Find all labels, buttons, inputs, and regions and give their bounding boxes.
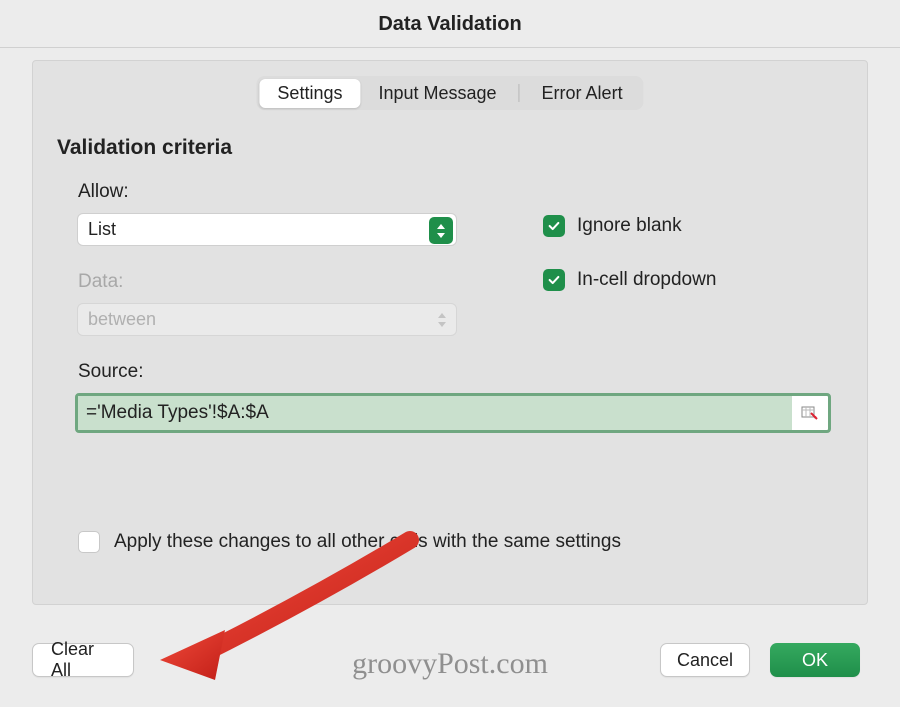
ignore-blank-row[interactable]: Ignore blank (543, 215, 682, 237)
apply-all-label: Apply these changes to all other cells w… (114, 531, 621, 553)
dialog-content: Settings Input Message Error Alert Valid… (32, 60, 868, 605)
dialog-footer: Clear All Cancel OK groovyPost.com (0, 627, 900, 707)
tab-separator (519, 84, 520, 102)
allow-select[interactable]: List (77, 213, 457, 246)
tab-error-alert[interactable]: Error Alert (524, 79, 641, 108)
dialog-title: Data Validation (0, 0, 900, 48)
watermark-text: groovyPost.com (352, 647, 548, 681)
tab-input-message[interactable]: Input Message (360, 79, 514, 108)
checkbox-unchecked-icon (78, 531, 100, 553)
chevron-up-down-icon (429, 217, 453, 244)
checkbox-checked-icon (543, 215, 565, 237)
tab-bar: Settings Input Message Error Alert (256, 76, 643, 110)
cancel-button[interactable]: Cancel (660, 643, 750, 677)
source-field-wrap (75, 393, 831, 433)
checkbox-checked-icon (543, 269, 565, 291)
data-label: Data: (78, 271, 123, 293)
data-select-value: between (88, 309, 156, 330)
apply-all-row[interactable]: Apply these changes to all other cells w… (78, 531, 621, 553)
source-input[interactable] (78, 396, 792, 430)
clear-all-button[interactable]: Clear All (32, 643, 134, 677)
data-select: between (77, 303, 457, 336)
ignore-blank-label: Ignore blank (577, 215, 682, 237)
validation-criteria-heading: Validation criteria (57, 136, 232, 160)
allow-label: Allow: (78, 181, 129, 203)
in-cell-dropdown-row[interactable]: In-cell dropdown (543, 269, 716, 291)
ok-button[interactable]: OK (770, 643, 860, 677)
source-label: Source: (78, 361, 143, 383)
in-cell-dropdown-label: In-cell dropdown (577, 269, 716, 291)
range-selector-icon[interactable] (798, 401, 822, 425)
chevron-up-down-icon (434, 309, 450, 331)
dialog-window: Data Validation Settings Input Message E… (0, 0, 900, 707)
allow-select-value: List (88, 219, 116, 240)
tab-settings[interactable]: Settings (259, 79, 360, 108)
